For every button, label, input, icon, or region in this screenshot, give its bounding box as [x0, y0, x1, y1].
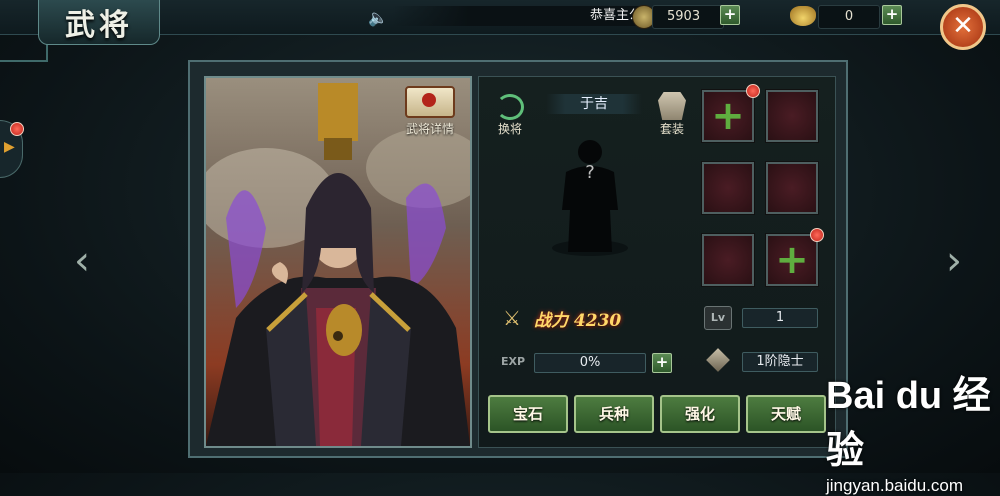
combat-power: 战力 4230 — [534, 306, 621, 331]
page-title: 武将 — [65, 8, 133, 43]
unknown-mark: ? — [585, 162, 595, 183]
combat-power-label: 战力 — [534, 311, 568, 331]
watermark-logo: Bai du 经验 — [826, 375, 991, 472]
coin-counter: 5903 — [652, 5, 724, 29]
add-ingots-button[interactable]: + — [882, 5, 902, 25]
general-detail-label: 武将详情 — [405, 122, 454, 136]
talent-button[interactable]: 天赋 — [746, 395, 826, 433]
level-icon: Lv — [704, 306, 732, 330]
general-name: 于吉 — [546, 94, 642, 114]
equip-slot-5[interactable] — [701, 233, 755, 287]
general-detail-button[interactable]: 武将详情 — [398, 86, 462, 136]
broadcast-marquee: 恭喜主公 — [392, 6, 648, 26]
swap-general-label: 换将 — [497, 122, 522, 136]
equip-slot-2[interactable] — [765, 89, 819, 143]
swap-general-button[interactable]: 换将 — [490, 94, 530, 137]
next-general-arrow[interactable]: › — [942, 238, 966, 284]
baidu-watermark: Bai du 经验 jingyan.baidu.com — [826, 364, 996, 495]
gem-button[interactable]: 宝石 — [488, 395, 568, 433]
watermark-url: jingyan.baidu.com — [826, 476, 964, 495]
troop-type-button[interactable]: 兵种 — [574, 395, 654, 433]
speaker-icon[interactable]: 🔈 — [368, 8, 388, 27]
combat-power-value: 4230 — [573, 311, 622, 331]
armor-icon — [658, 92, 686, 120]
rank-value: 1阶隐士 — [742, 352, 818, 372]
notification-dot — [10, 122, 24, 136]
ingot-value: 0 — [844, 9, 854, 24]
ingot-counter: 0 — [818, 5, 880, 29]
title-plate: 武将 — [38, 0, 160, 45]
swap-icon — [496, 94, 524, 120]
add-equipment-icon: + — [711, 93, 745, 139]
equipment-silhouette: ? — [552, 140, 628, 256]
scroll-icon — [405, 86, 455, 118]
level-value: 1 — [742, 308, 818, 328]
add-coins-button[interactable]: + — [720, 5, 740, 25]
close-button[interactable]: ✕ — [940, 4, 986, 50]
add-equipment-icon: + — [775, 237, 809, 283]
notification-dot — [746, 84, 760, 98]
notification-dot — [810, 228, 824, 242]
exp-percent: 0% — [579, 355, 601, 370]
exp-bar: 0% — [534, 353, 646, 373]
equip-slot-3[interactable] — [701, 161, 755, 215]
gold-ingot-icon — [790, 6, 816, 26]
exp-icon: EXP — [500, 355, 526, 368]
coin-value: 5903 — [667, 9, 701, 24]
equip-slot-6[interactable]: + — [765, 233, 819, 287]
outfit-label: 套装 — [659, 122, 684, 136]
crossed-swords-icon: ⚔ — [503, 306, 521, 330]
equip-slot-4[interactable] — [765, 161, 819, 215]
equip-slot-1[interactable]: + — [701, 89, 755, 143]
chevron-right-icon: ▶ — [4, 139, 15, 155]
add-exp-button[interactable]: + — [652, 353, 672, 373]
outfit-button[interactable]: 套装 — [652, 92, 692, 137]
enhance-button[interactable]: 强化 — [660, 395, 740, 433]
previous-general-arrow[interactable]: ‹ — [70, 238, 94, 284]
